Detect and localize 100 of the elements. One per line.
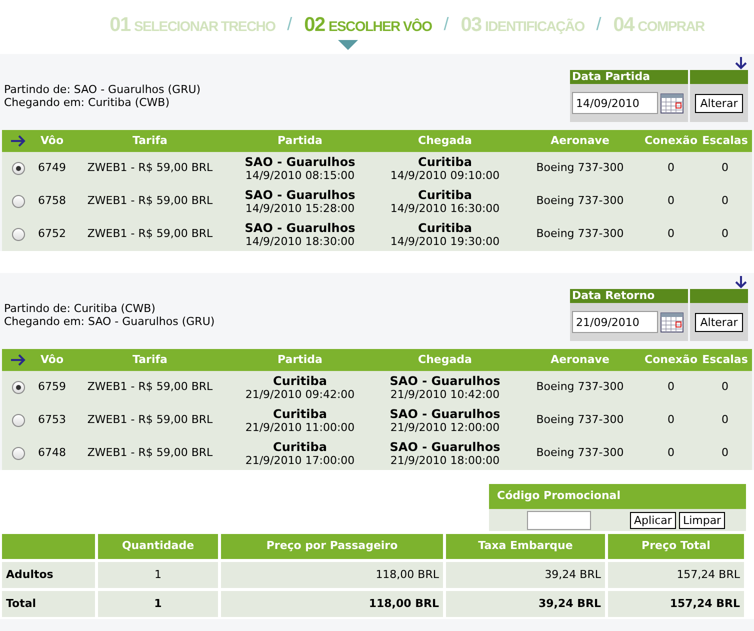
column-header: Taxa Embarque: [446, 534, 605, 559]
aircraft-text: Boeing 737-300: [535, 445, 625, 462]
departure-place: Curitiba: [273, 408, 327, 420]
total-cell: 157,24 BRL: [608, 591, 744, 617]
date-label: Data Partida: [570, 70, 688, 84]
connection-count: 0: [666, 445, 676, 462]
departure-place: SAO - Guarulhos: [244, 188, 356, 202]
aircraft-text: Boeing 737-300: [535, 226, 625, 242]
departure-time: 21/9/2010 17:00:00: [245, 454, 355, 466]
header-bar: [690, 289, 748, 303]
step-separator: /: [287, 13, 292, 36]
arrival-place: Curitiba: [418, 222, 472, 234]
connection-count: 0: [666, 412, 676, 428]
column-header: Conexão: [644, 132, 698, 149]
step-label: 01 SELECIONAR TRECHO: [110, 13, 276, 38]
connection-count: 0: [666, 193, 676, 210]
arrival-time: 21/9/2010 10:42:00: [390, 388, 500, 400]
calendar-icon[interactable]: [660, 92, 684, 114]
column-header: Tarifa: [132, 352, 168, 368]
right-arrow-icon: [10, 354, 26, 366]
stops-count: 0: [720, 379, 730, 396]
arrival-place: SAO - Guarulhos: [390, 440, 500, 454]
aircraft-text: Boeing 737-300: [535, 412, 625, 428]
departure-time: 14/9/2010 15:28:00: [245, 202, 355, 214]
radio-button[interactable]: [12, 447, 24, 460]
arrival-place: SAO - Guarulhos: [390, 374, 500, 388]
apply-button[interactable]: Aplicar: [630, 512, 676, 528]
flight-row[interactable]: 6758 ZWEB1 - R$ 59,00 BRL SAO - Guarulhos 14/9/2010 15:28:00 Curitiba 14/9/2010 16:30:00 Boeing 737-300 0 0: [2, 185, 752, 218]
flight-number: 6759: [37, 379, 67, 396]
header-bar: [690, 70, 748, 84]
destination-text: Chegando em: SAO - Guarulhos (GRU): [4, 315, 215, 328]
calendar-icon[interactable]: [660, 311, 684, 333]
column-header: Chegada: [417, 352, 473, 368]
price-cell: 118,00 BRL: [221, 562, 443, 588]
column-header: Vôo: [39, 352, 65, 368]
column-header: Tarifa: [132, 132, 168, 149]
fare-text: ZWEB1 - R$ 59,00 BRL: [86, 160, 214, 176]
column-header: Quantidade: [98, 534, 218, 559]
column-header: Conexão: [644, 352, 698, 368]
total-cell: 157,24 BRL: [608, 562, 744, 588]
flight-row[interactable]: 6753 ZWEB1 - R$ 59,00 BRL Curitiba 21/9/2010 11:00:00 SAO - Guarulhos 21/9/2010 12:00:00 Boeing 737-300 0 0: [2, 404, 752, 437]
column-header: Chegada: [417, 132, 473, 149]
flight-number: 6748: [37, 445, 67, 462]
row-label: Total: [2, 591, 95, 617]
departure-time: 21/9/2010 11:00:00: [245, 420, 355, 434]
date-label: Data Retorno: [570, 289, 688, 303]
step-label: 03 IDENTIFICAÇÃO: [460, 13, 584, 38]
arrival-time: 14/9/2010 09:10:00: [390, 168, 500, 182]
change-button[interactable]: Alterar: [695, 312, 743, 332]
column-header: Escalas: [702, 352, 748, 368]
change-button[interactable]: Alterar: [695, 94, 743, 112]
clear-button[interactable]: Limpar: [678, 512, 726, 528]
column-header: Aeronave: [550, 352, 610, 368]
right-arrow-icon: [10, 135, 26, 147]
fare-text: ZWEB1 - R$ 59,00 BRL: [86, 379, 214, 396]
radio-button[interactable]: [12, 162, 24, 175]
stops-count: 0: [720, 160, 730, 176]
stops-count: 0: [720, 445, 730, 462]
down-arrow-icon[interactable]: [734, 275, 748, 289]
aircraft-text: Boeing 737-300: [535, 379, 625, 396]
date-field[interactable]: 21/09/2010: [572, 311, 658, 333]
column-header: Partida: [276, 132, 324, 149]
arrival-time: 21/9/2010 18:00:00: [390, 454, 500, 466]
destination-text: Chegando em: Curitiba (CWB): [4, 96, 171, 109]
date-field[interactable]: 14/09/2010: [572, 92, 658, 114]
down-arrow-icon[interactable]: [734, 56, 748, 70]
flight-row[interactable]: 6749 ZWEB1 - R$ 59,00 BRL SAO - Guarulhos 14/9/2010 08:15:00 Curitiba 14/9/2010 09:10:00 Boeing 737-300 0 0: [2, 152, 752, 185]
radio-button[interactable]: [12, 414, 24, 427]
step-label: 02 ESCOLHER VÔO: [304, 13, 432, 38]
radio-button[interactable]: [12, 195, 24, 208]
step-label: 04 COMPRAR: [613, 13, 704, 38]
flight-row[interactable]: 6752 ZWEB1 - R$ 59,00 BRL SAO - Guarulhos 14/9/2010 18:30:00 Curitiba 14/9/2010 19:30:00 Boeing 737-300 0 0: [2, 218, 752, 251]
flight-row[interactable]: 6759 ZWEB1 - R$ 59,00 BRL Curitiba 21/9/2010 09:42:00 SAO - Guarulhos 21/9/2010 10:42:00 Boeing 737-300 0 0: [2, 371, 752, 404]
arrival-place: Curitiba: [418, 156, 472, 168]
connection-count: 0: [666, 226, 676, 242]
fare-text: ZWEB1 - R$ 59,00 BRL: [86, 193, 214, 210]
column-header: Vôo: [39, 132, 65, 149]
departure-place: SAO - Guarulhos: [244, 222, 356, 234]
column-header: Aeronave: [550, 132, 610, 149]
departure-place: Curitiba: [273, 374, 327, 388]
price-cell: 118,00 BRL: [221, 591, 443, 617]
fare-text: ZWEB1 - R$ 59,00 BRL: [86, 226, 214, 242]
arrival-place: SAO - Guarulhos: [390, 408, 500, 420]
stops-count: 0: [720, 226, 730, 242]
fare-text: ZWEB1 - R$ 59,00 BRL: [86, 445, 214, 462]
aircraft-text: Boeing 737-300: [535, 193, 625, 210]
aircraft-text: Boeing 737-300: [535, 160, 625, 176]
quantity-cell: 1: [98, 591, 218, 617]
radio-button[interactable]: [12, 381, 24, 394]
step-separator: /: [596, 13, 602, 36]
flight-row[interactable]: 6748 ZWEB1 - R$ 59,00 BRL Curitiba 21/9/2010 17:00:00 SAO - Guarulhos 21/9/2010 18:00:00 Boeing 737-300 0 0: [2, 437, 752, 470]
tax-cell: 39,24 BRL: [446, 591, 605, 617]
departure-time: 14/9/2010 18:30:00: [245, 234, 355, 248]
arrival-place: Curitiba: [418, 188, 472, 202]
step-pointer-icon: [338, 40, 358, 50]
promo-code-field[interactable]: [527, 510, 591, 530]
radio-button[interactable]: [12, 228, 24, 241]
departure-place: Curitiba: [273, 440, 327, 454]
flight-number: 6758: [37, 193, 67, 210]
tax-cell: 39,24 BRL: [446, 562, 605, 588]
